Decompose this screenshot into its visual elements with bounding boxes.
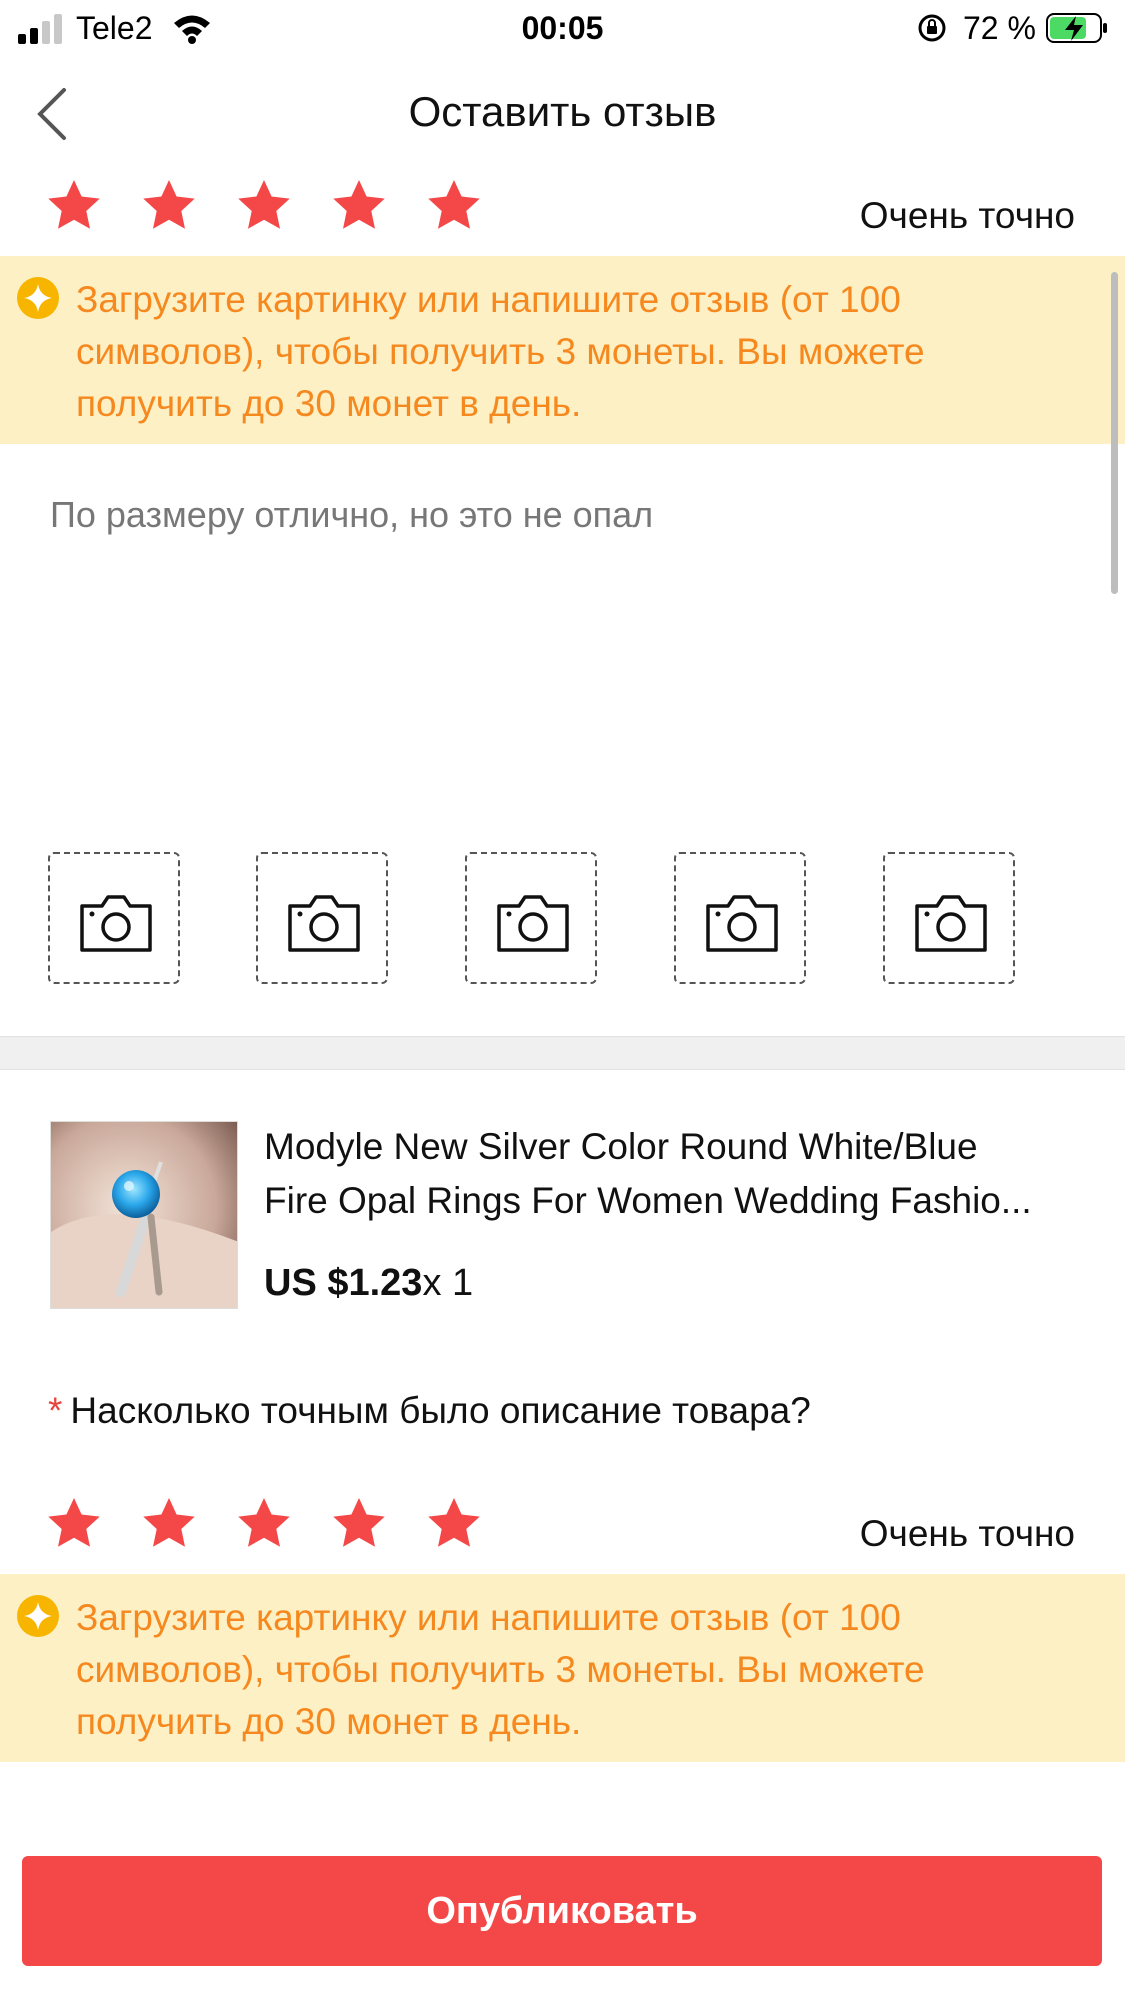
star-icon[interactable]: [141, 178, 197, 234]
star-icon[interactable]: [426, 178, 482, 234]
camera-icon: [288, 895, 360, 952]
star-icon[interactable]: [46, 1496, 102, 1552]
battery-percentage: 72 %: [963, 10, 1036, 46]
review-textarea[interactable]: По размеру отлично, но это не опал: [50, 494, 1050, 536]
coin-banner-text: Загрузите картинку или напишите отзыв (о…: [76, 279, 925, 424]
camera-icon: [915, 895, 987, 952]
star-icon[interactable]: [46, 178, 102, 234]
add-photo-slot[interactable]: [674, 852, 806, 984]
description-rating-stars[interactable]: [46, 1496, 516, 1560]
required-mark: *: [48, 1390, 63, 1431]
question-text: Насколько точным было описание товара?: [70, 1390, 811, 1431]
product-quantity: x 1: [422, 1262, 474, 1304]
status-bar: Tele2 00:05 72 %: [0, 0, 1125, 58]
coin-sparkle-icon: [17, 277, 59, 319]
star-icon[interactable]: [141, 1496, 197, 1552]
scrollbar[interactable]: [1111, 272, 1118, 594]
battery-charging-icon: [1046, 13, 1107, 43]
star-icon[interactable]: [426, 1496, 482, 1552]
product-image: [50, 1121, 238, 1309]
store-rating-stars[interactable]: [46, 178, 516, 242]
add-photo-slot[interactable]: [48, 852, 180, 984]
section-divider: [0, 1036, 1125, 1070]
description-question: * Насколько точным было описание товара?: [48, 1390, 811, 1432]
coin-sparkle-icon: [17, 1595, 59, 1637]
clock: 00:05: [521, 10, 604, 46]
description-rating-label: Очень точно: [859, 1513, 1075, 1554]
coin-banner: Загрузите картинку или напишите отзыв (о…: [0, 256, 1125, 444]
rotation-lock-icon: [918, 14, 946, 42]
camera-icon: [706, 895, 778, 952]
star-icon[interactable]: [331, 178, 387, 234]
star-icon[interactable]: [236, 178, 292, 234]
product-price-row: US $1.23x 1: [264, 1262, 473, 1305]
add-photo-slot[interactable]: [883, 852, 1015, 984]
add-photo-slot[interactable]: [465, 852, 597, 984]
page-title: Оставить отзыв: [408, 88, 717, 135]
camera-icon: [80, 895, 152, 952]
publish-button[interactable]: Опубликовать: [22, 1856, 1102, 1966]
star-icon[interactable]: [236, 1496, 292, 1552]
coin-banner-text: Загрузите картинку или напишите отзыв (о…: [76, 1597, 925, 1742]
star-icon[interactable]: [331, 1496, 387, 1552]
ring-photo: [51, 1122, 237, 1308]
store-rating-label: Очень точно: [859, 195, 1075, 236]
product-price: US $1.23: [264, 1262, 423, 1304]
camera-icon: [497, 895, 569, 952]
coin-banner: Загрузите картинку или напишите отзыв (о…: [0, 1574, 1125, 1762]
add-photo-slot[interactable]: [256, 852, 388, 984]
product-title[interactable]: Modyle New Silver Color Round White/Blue…: [264, 1120, 1074, 1228]
